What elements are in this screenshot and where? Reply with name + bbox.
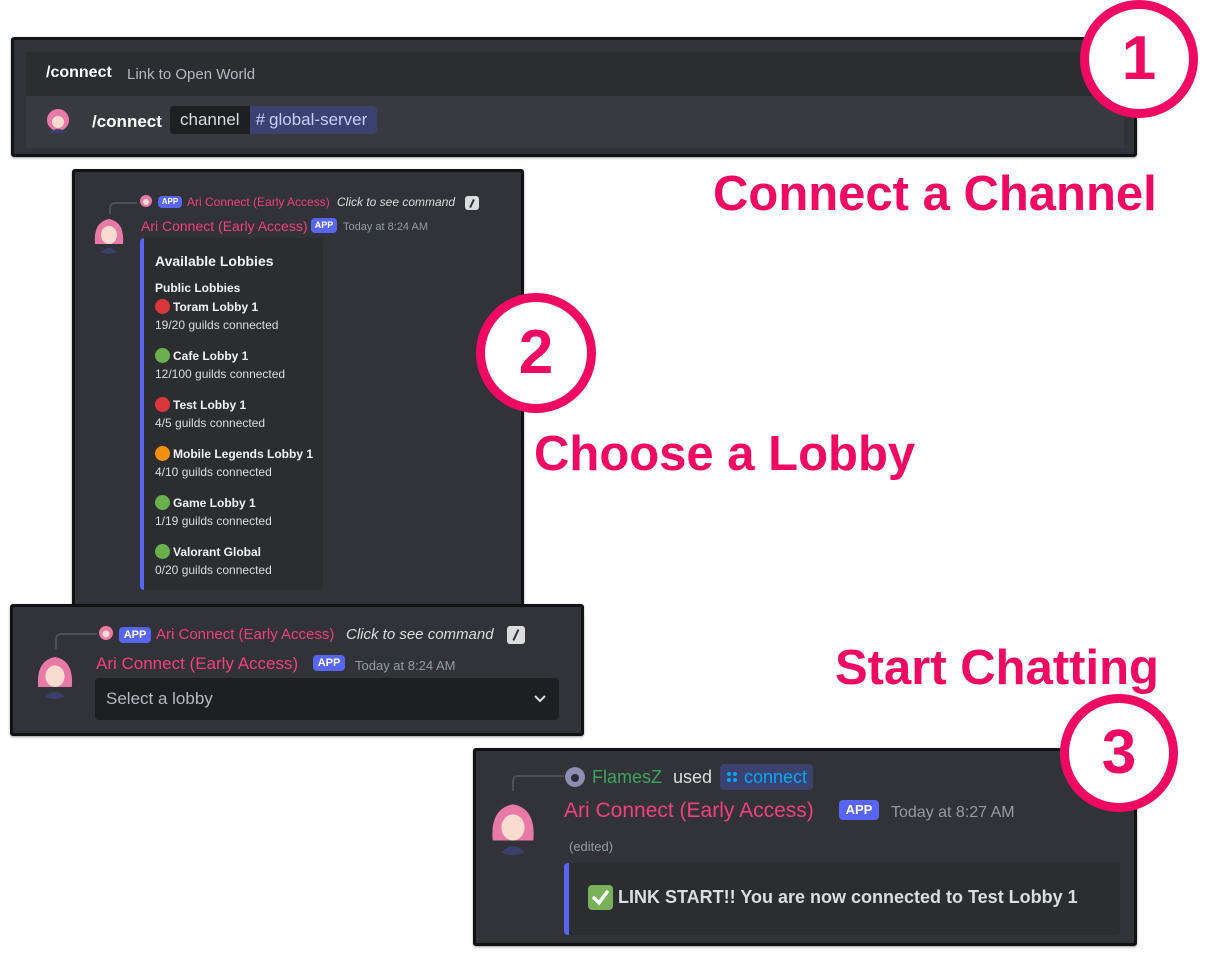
suggestion-description: Link to Open World [127,66,256,83]
chat-panel: FlamesZ used connect Ari Connect (Early … [473,748,1137,946]
step-badge-3: 3 [1060,694,1178,812]
lobby-name: Toram Lobby 1 [173,299,259,314]
reply-bot-name[interactable]: Ari Connect (Early Access) [187,195,330,209]
slash-command-icon[interactable] [465,196,479,210]
command-name: connect [744,766,808,787]
status-dot-icon [155,348,170,364]
badge-number: 3 [1101,718,1137,787]
invoking-user[interactable]: FlamesZ [592,767,662,788]
bot-avatar[interactable] [31,651,79,699]
bot-name[interactable]: Ari Connect (Early Access) [141,218,308,234]
lobby-select[interactable]: Select a lobby [95,678,559,720]
app-command-icon [727,772,737,782]
lobby-name: Valorant Global [173,544,262,559]
suggestion-command: /connect [46,64,112,81]
embed-title: Available Lobbies [155,253,274,269]
avatar-art-icon [484,797,542,855]
lobby-status: 4/5 guilds connected [155,416,266,430]
timestamp: Today at 8:24 AM [355,658,456,673]
embed-section-title: Public Lobbies [155,281,241,295]
bot-avatar[interactable] [484,797,542,855]
avatar-art-icon [140,195,152,207]
caption-choose: Choose a Lobby [534,427,916,481]
check-icon [588,885,613,910]
command-panel: /connect Link to Open World /connect cha… [11,37,1137,157]
lobby-item: Valorant Global 0/20 guilds connected [155,543,272,577]
lobby-item: Game Lobby 1 1/19 guilds connected [155,494,272,528]
reply-app-tag: APP [119,627,151,643]
app-tag: APP [313,655,345,671]
avatar-art-icon [89,214,129,254]
status-dot-icon [155,397,170,413]
bot-name[interactable]: Ari Connect (Early Access) [96,654,298,674]
hash-icon: # [255,110,266,129]
command-chip[interactable]: connect [720,764,814,790]
input-command: /connect [92,112,162,131]
reply-avatar [98,625,114,641]
lobby-status: 1/19 guilds connected [155,514,272,528]
app-tag: APP [311,218,337,233]
param-value: global-server [269,110,368,129]
lobby-item: Cafe Lobby 1 12/100 guilds connected [155,347,285,381]
command-input-bar[interactable]: /connect channel # global-server [26,96,1124,148]
command-suggestion[interactable]: /connect Link to Open World [26,52,1124,96]
reply-bot-name[interactable]: Ari Connect (Early Access) [156,626,334,643]
param-name: channel [180,110,240,129]
lobby-name: Test Lobby 1 [173,397,247,412]
slash-command-icon[interactable] [507,626,525,644]
lobby-name: Cafe Lobby 1 [173,348,249,363]
select-placeholder: Select a lobby [106,689,213,708]
embed-message: LINK START!! You are now connected to Te… [618,887,1078,907]
lobby-status: 12/100 guilds connected [155,367,286,381]
select-panel: APP Ari Connect (Early Access) Click to … [10,604,584,736]
status-dot-icon [155,446,170,462]
avatar-art-icon [99,626,113,640]
user-avatar [565,767,585,787]
reply-avatar [139,194,153,208]
message-embed: LINK START!! You are now connected to Te… [564,863,1120,935]
lobby-name: Mobile Legends Lobby 1 [173,446,314,461]
lobby-status: 19/20 guilds connected [155,318,279,332]
reply-hint[interactable]: Click to see command [346,626,494,643]
bot-avatar[interactable] [89,214,129,254]
badge-number: 1 [1121,24,1157,93]
lobbies-embed: Available Lobbies Public Lobbies Toram L… [140,238,323,590]
timestamp: Today at 8:27 AM [891,804,1015,821]
lobby-name: Game Lobby 1 [173,495,256,510]
reply-app-tag: APP [158,196,182,208]
bot-name[interactable]: Ari Connect (Early Access) [564,799,814,823]
status-dot-icon [155,495,170,511]
param-chip[interactable]: channel # global-server [170,106,378,134]
edited-label: (edited) [569,839,614,854]
lobby-item: Toram Lobby 1 19/20 guilds connected [155,298,278,332]
used-text: used [673,767,713,787]
reply-connector [512,775,564,791]
step-badge-2: 2 [476,293,596,413]
lobby-status: 0/20 guilds connected [155,563,272,577]
avatar-art-icon [31,651,79,699]
lobby-item: Test Lobby 1 4/5 guilds connected [155,396,265,430]
step-badge-1: 1 [1080,0,1198,118]
status-dot-icon [155,544,170,560]
lobbies-panel: APP Ari Connect (Early Access) Click to … [72,169,524,609]
reply-connector [55,633,97,649]
badge-number: 2 [518,318,554,387]
app-tag: APP [839,800,879,820]
caption-connect: Connect a Channel [713,167,1157,221]
param-value-chip: # global-server [249,106,378,134]
avatar-art-icon [565,767,585,787]
lobby-status: 4/10 guilds connected [155,465,272,479]
lobby-item: Mobile Legends Lobby 1 4/10 guilds connec… [155,445,313,479]
chevron-down-icon[interactable] [533,694,547,704]
status-dot-icon [155,299,170,315]
user-avatar [44,107,72,135]
avatar-art-icon [47,109,69,133]
caption-start: Start Chatting [835,641,1159,695]
timestamp: Today at 8:24 AM [343,221,428,233]
reply-hint[interactable]: Click to see command [337,195,455,209]
